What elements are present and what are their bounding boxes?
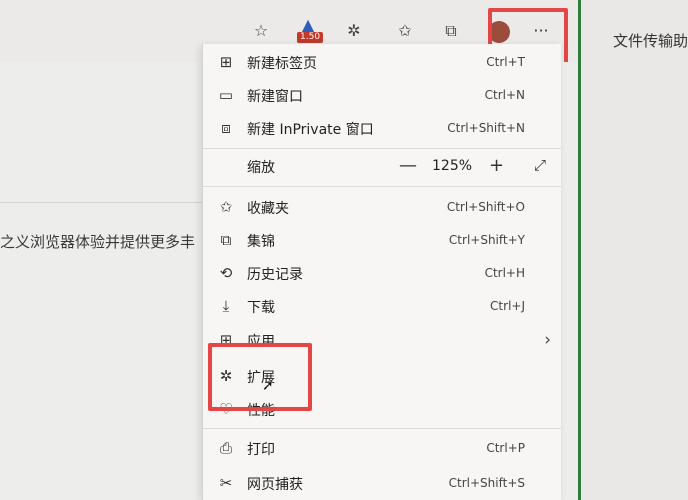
fullscreen-icon[interactable]: ⤢ [534, 156, 546, 174]
menu-separator [203, 186, 561, 187]
side-panel-title: 文件传输助 [613, 32, 688, 50]
menu-item-shortcut: Ctrl+Shift+N [447, 121, 525, 135]
favorites-icon[interactable]: ✩ [394, 20, 416, 42]
browser-window: ☆ ▲ 1.50 ✲ ✩ ⧉ ··· 之义浏览器体验并提供更多丰 文件传输助 ⊞… [0, 0, 688, 500]
menu-item-label: 新建标签页 [247, 56, 317, 72]
collections-icon: ⧉ [220, 231, 232, 249]
menu-item-label: 历史记录 [247, 267, 303, 283]
zoom-level: 125% [432, 158, 473, 174]
menu-item-label: 新建 InPrivate 窗口 [247, 122, 374, 138]
menu-item-new-inprivate-window[interactable]: ⧈ 新建 InPrivate 窗口 Ctrl+Shift+N [203, 114, 561, 144]
download-icon: ⤓ [222, 297, 230, 315]
menu-item-shortcut: Ctrl+N [484, 88, 525, 102]
menu-item-label: 缩放 [247, 160, 275, 176]
menu-item-label: 新建窗口 [247, 89, 303, 105]
settings-menu: ⊞ 新建标签页 Ctrl+T ▭ 新建窗口 Ctrl+N ⧈ 新建 InPriv… [202, 44, 561, 500]
menu-item-new-window[interactable]: ▭ 新建窗口 Ctrl+N [203, 81, 561, 111]
menu-item-new-tab[interactable]: ⊞ 新建标签页 Ctrl+T [203, 48, 561, 78]
menu-item-shortcut: Ctrl+T [486, 55, 525, 69]
menu-item-label: 网页捕获 [247, 477, 303, 493]
menu-item-favorites[interactable]: ✩ 收藏夹 Ctrl+Shift+O [203, 193, 561, 223]
menu-item-shortcut: Ctrl+J [490, 299, 525, 313]
zoom-out-button[interactable]: — [399, 155, 417, 176]
menu-item-history[interactable]: ⟲ 历史记录 Ctrl+H [203, 259, 561, 289]
web-capture-icon: ✂ [219, 474, 233, 492]
collections-icon[interactable]: ⧉ [440, 20, 462, 42]
page-body-text: 之义浏览器体验并提供更多丰 [0, 233, 196, 251]
divider [0, 202, 210, 203]
favorites-icon: ✩ [219, 198, 233, 216]
menu-item-shortcut: Ctrl+H [484, 266, 525, 280]
history-icon: ⟲ [219, 264, 233, 282]
zoom-in-button[interactable]: + [489, 155, 504, 176]
menu-item-print[interactable]: ⎙ 打印 Ctrl+P [203, 434, 561, 464]
menu-item-shortcut: Ctrl+Shift+S [448, 476, 525, 490]
menu-item-shortcut: Ctrl+Shift+O [446, 200, 525, 214]
menu-separator [203, 148, 561, 149]
menu-item-label: 收藏夹 [247, 201, 289, 217]
extensions-icon[interactable]: ✲ [343, 20, 365, 42]
menu-item-shortcut: Ctrl+P [486, 441, 525, 455]
side-panel: 文件传输助 [578, 0, 688, 500]
menu-item-label: 打印 [247, 442, 275, 458]
menu-item-downloads[interactable]: ⤓ 下载 Ctrl+J [203, 292, 561, 322]
menu-item-shortcut: Ctrl+Shift+Y [448, 233, 525, 247]
menu-item-collections[interactable]: ⧉ 集锦 Ctrl+Shift+Y [203, 226, 561, 256]
media-badge: 1.50 [297, 32, 324, 43]
menu-item-label: 集锦 [247, 234, 275, 250]
menu-separator [203, 428, 561, 429]
menu-item-web-capture[interactable]: ✂ 网页捕获 Ctrl+Shift+S [203, 469, 561, 499]
print-icon: ⎙ [219, 439, 232, 457]
cursor-icon: ➚ [262, 378, 274, 394]
inprivate-icon: ⧈ [221, 119, 231, 137]
new-tab-icon: ⊞ [219, 53, 233, 71]
new-window-icon: ▭ [218, 86, 234, 104]
chevron-right-icon: › [544, 330, 551, 350]
menu-item-zoom: 缩放 — 125% + ⤢ [203, 152, 561, 182]
menu-item-label: 下载 [247, 300, 275, 316]
extensions-highlight [208, 343, 312, 411]
favorite-add-icon[interactable]: ☆ [250, 20, 272, 42]
